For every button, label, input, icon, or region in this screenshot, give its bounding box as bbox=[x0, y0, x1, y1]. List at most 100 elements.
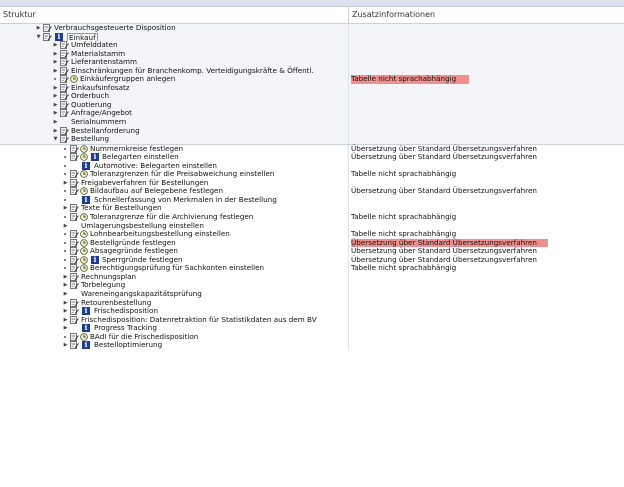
info-icon[interactable]: i bbox=[82, 307, 90, 316]
structure-tree: ▶ Verbrauchsgesteuerte Disposition ▼ i Einka… bbox=[0, 23, 624, 350]
documentation-icon[interactable] bbox=[60, 41, 69, 49]
additional-info-cell: Übersetzung über Standard Übersetzungsve… bbox=[351, 186, 537, 196]
documentation-icon[interactable] bbox=[60, 135, 69, 144]
expand-arrow-icon[interactable]: ▶ bbox=[62, 204, 69, 212]
expand-arrow-icon[interactable]: ▶ bbox=[62, 179, 69, 187]
documentation-icon[interactable] bbox=[70, 230, 79, 239]
expand-arrow-icon[interactable]: ▶ bbox=[35, 24, 42, 32]
leaf-bullet-icon bbox=[64, 147, 66, 150]
expand-arrow-icon[interactable]: ▶ bbox=[62, 281, 69, 289]
documentation-icon[interactable] bbox=[70, 341, 79, 350]
documentation-icon[interactable] bbox=[70, 238, 79, 247]
column-divider bbox=[348, 58, 349, 67]
leaf-bullet-icon bbox=[64, 267, 66, 270]
documentation-icon[interactable] bbox=[60, 83, 69, 92]
info-icon[interactable]: i bbox=[82, 341, 90, 350]
documentation-icon[interactable] bbox=[70, 332, 79, 341]
column-divider bbox=[348, 315, 349, 325]
column-header-structure[interactable]: Struktur bbox=[0, 7, 349, 23]
expand-arrow-icon[interactable]: ▶ bbox=[62, 316, 69, 324]
documentation-icon[interactable] bbox=[70, 281, 79, 290]
documentation-icon[interactable] bbox=[60, 101, 69, 109]
execute-activity-icon[interactable] bbox=[80, 144, 88, 153]
execute-activity-icon[interactable] bbox=[80, 230, 88, 238]
column-divider bbox=[348, 187, 349, 196]
column-divider bbox=[348, 204, 349, 214]
documentation-icon[interactable] bbox=[70, 255, 79, 264]
tree-row[interactable]: ▶ Verbrauchsgesteuerte Disposition bbox=[0, 23, 624, 33]
documentation-icon[interactable] bbox=[70, 178, 79, 187]
expand-arrow-icon[interactable]: ▶ bbox=[52, 50, 59, 58]
documentation-icon[interactable] bbox=[70, 213, 79, 221]
expand-arrow-icon[interactable]: ▶ bbox=[52, 101, 59, 109]
documentation-icon[interactable] bbox=[70, 170, 79, 179]
expand-arrow-icon[interactable]: ▶ bbox=[52, 127, 59, 135]
collapse-arrow-icon[interactable]: ▼ bbox=[52, 135, 59, 143]
additional-info-cell: Tabelle nicht sprachabhängig bbox=[351, 263, 457, 273]
column-divider bbox=[348, 75, 349, 84]
documentation-icon[interactable] bbox=[60, 75, 69, 84]
execute-activity-icon[interactable] bbox=[80, 153, 88, 162]
leaf-bullet-icon bbox=[54, 78, 56, 81]
column-divider bbox=[348, 221, 349, 231]
documentation-icon[interactable] bbox=[70, 187, 79, 196]
info-icon[interactable]: i bbox=[55, 32, 63, 41]
additional-info-cell: Tabelle nicht sprachabhängig bbox=[351, 75, 469, 84]
execute-activity-icon[interactable] bbox=[80, 247, 88, 256]
expand-arrow-icon[interactable]: ▶ bbox=[52, 58, 59, 66]
tree-row[interactable]: ▶ i Bestelloptimierung bbox=[0, 341, 624, 350]
documentation-icon[interactable] bbox=[70, 204, 79, 213]
documentation-icon[interactable] bbox=[60, 49, 69, 58]
expand-arrow-icon[interactable]: ▶ bbox=[52, 109, 59, 117]
documentation-icon[interactable] bbox=[70, 307, 79, 315]
expand-arrow-icon[interactable]: ▶ bbox=[62, 299, 69, 307]
column-divider bbox=[348, 272, 349, 282]
documentation-icon[interactable] bbox=[70, 153, 79, 162]
documentation-icon[interactable] bbox=[60, 92, 69, 101]
documentation-icon[interactable] bbox=[43, 32, 52, 41]
tree-node-label[interactable]: Bestelloptimierung bbox=[94, 341, 162, 350]
documentation-icon[interactable] bbox=[60, 66, 69, 75]
documentation-icon[interactable] bbox=[70, 264, 79, 273]
expand-arrow-icon[interactable]: ▶ bbox=[52, 92, 59, 100]
documentation-icon[interactable] bbox=[60, 109, 69, 118]
leaf-bullet-icon bbox=[64, 216, 66, 219]
tree-node-label[interactable]: Bestellung bbox=[71, 135, 109, 144]
documentation-icon[interactable] bbox=[70, 315, 79, 324]
expand-arrow-icon[interactable]: ▶ bbox=[62, 341, 69, 349]
expand-arrow-icon[interactable]: ▶ bbox=[62, 222, 69, 230]
documentation-icon[interactable] bbox=[70, 144, 79, 153]
expand-arrow-icon[interactable]: ▶ bbox=[52, 67, 59, 75]
documentation-icon[interactable] bbox=[70, 272, 79, 281]
column-divider bbox=[348, 170, 349, 179]
execute-activity-icon[interactable] bbox=[80, 238, 88, 247]
column-divider bbox=[348, 161, 349, 171]
documentation-icon[interactable] bbox=[60, 126, 69, 135]
info-icon[interactable]: i bbox=[82, 161, 90, 170]
documentation-icon[interactable] bbox=[70, 298, 79, 307]
info-icon[interactable]: i bbox=[82, 324, 90, 333]
tree-node-label[interactable]: Verbrauchsgesteuerte Disposition bbox=[54, 23, 176, 33]
expand-arrow-icon[interactable]: ▶ bbox=[62, 290, 69, 298]
additional-info-cell: Tabelle nicht sprachabhängig bbox=[351, 169, 457, 179]
documentation-icon[interactable] bbox=[43, 24, 52, 32]
collapse-arrow-icon[interactable]: ▼ bbox=[35, 33, 42, 41]
expand-arrow-icon[interactable]: ▶ bbox=[62, 307, 69, 315]
expand-arrow-icon[interactable]: ▶ bbox=[62, 273, 69, 281]
info-icon[interactable]: i bbox=[91, 153, 99, 162]
column-header-additional-info[interactable]: Zusatzinformationen bbox=[349, 7, 624, 23]
expand-arrow-icon[interactable]: ▶ bbox=[52, 84, 59, 92]
execute-activity-icon[interactable] bbox=[80, 213, 88, 221]
column-divider bbox=[348, 324, 349, 333]
expand-arrow-icon[interactable]: ▶ bbox=[52, 41, 59, 49]
leaf-bullet-icon bbox=[64, 250, 66, 253]
expand-arrow-icon[interactable]: ▶ bbox=[52, 118, 59, 126]
execute-activity-icon[interactable] bbox=[80, 255, 88, 264]
documentation-icon[interactable] bbox=[60, 58, 69, 67]
column-divider bbox=[348, 264, 349, 273]
documentation-icon[interactable] bbox=[70, 247, 79, 256]
tree-row[interactable]: ▼ Bestellung bbox=[0, 135, 624, 144]
expand-arrow-icon[interactable]: ▶ bbox=[62, 324, 69, 332]
leaf-bullet-icon bbox=[64, 173, 66, 176]
leaf-bullet-icon bbox=[64, 233, 66, 236]
